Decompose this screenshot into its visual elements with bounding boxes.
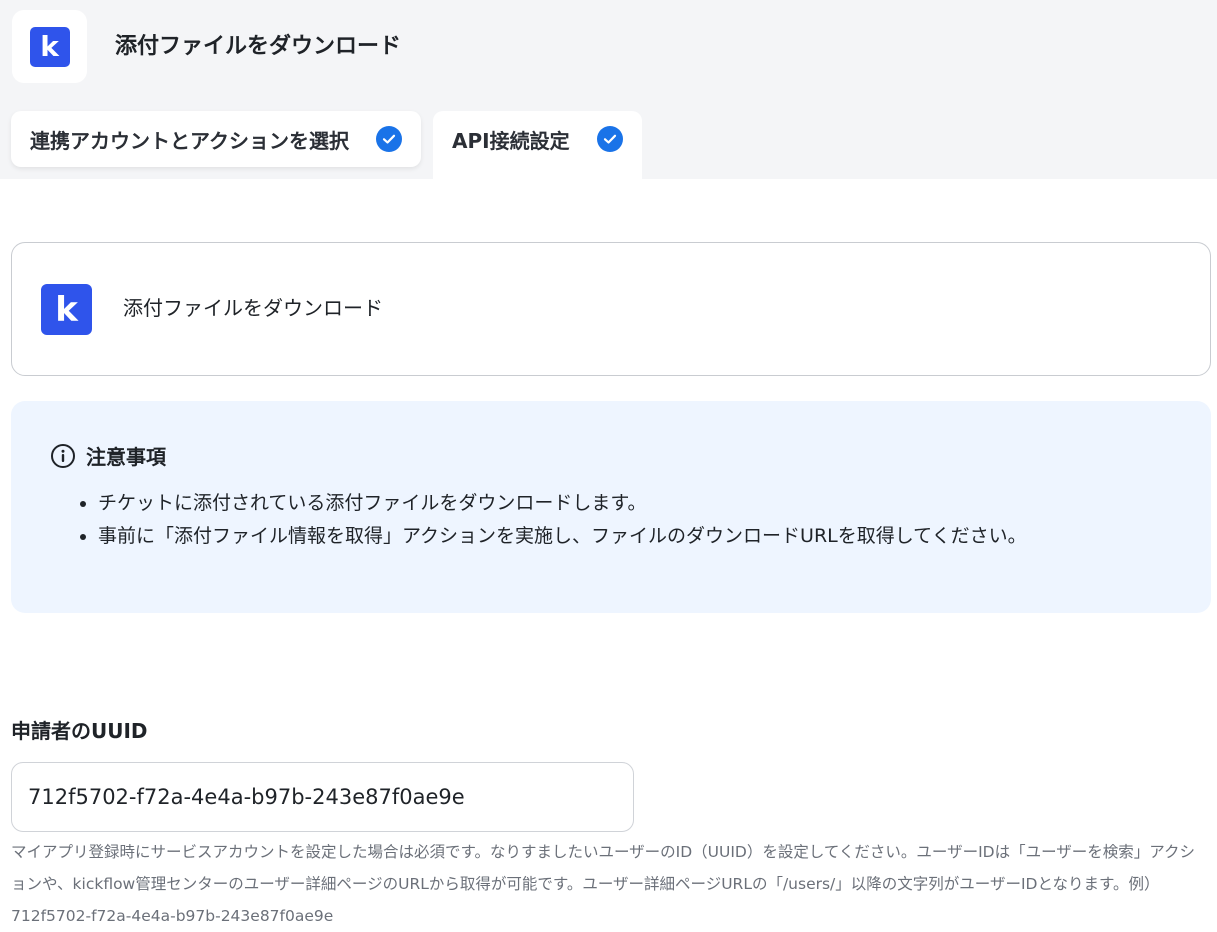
app-icon: k [12,10,87,83]
kickflow-logo-icon: k [29,26,70,67]
check-circle-icon [376,126,402,152]
notice-heading-text: 注意事項 [86,445,166,469]
notice-item: 事前に「添付ファイル情報を取得」アクションを実施し、ファイルのダウンロードURL… [98,520,1027,553]
kickflow-logo-icon: k [41,284,92,335]
notice-item: チケットに添付されている添付ファイルをダウンロードします。 [98,487,1027,520]
header-area: k 添付ファイルをダウンロード 連携アカウントとアクションを選択 API接続設定 [0,0,1217,179]
tab-label: API接続設定 [452,128,570,153]
page-title: 添付ファイルをダウンロード [115,34,402,59]
uuid-input[interactable] [11,762,634,832]
notice-heading: 注意事項 [50,441,166,470]
tab-label: 連携アカウントとアクションを選択 [30,128,349,153]
tab-select-account-action[interactable]: 連携アカウントとアクションを選択 [11,111,421,167]
notice-list: チケットに添付されている添付ファイルをダウンロードします。 事前に「添付ファイル… [70,487,1027,553]
field-help-text: マイアプリ登録時にサービスアカウントを設定した場合は必須です。なりすましたいユー… [11,843,1196,925]
check-circle-icon [597,126,623,152]
action-card: k 添付ファイルをダウンロード [11,242,1211,376]
info-icon [51,443,75,468]
tab-api-settings[interactable]: API接続設定 [433,111,642,179]
action-title: 添付ファイルをダウンロード [123,296,383,320]
field-label: 申請者のUUID [11,719,148,743]
notice-box: 注意事項 チケットに添付されている添付ファイルをダウンロードします。 事前に「添… [11,401,1211,613]
